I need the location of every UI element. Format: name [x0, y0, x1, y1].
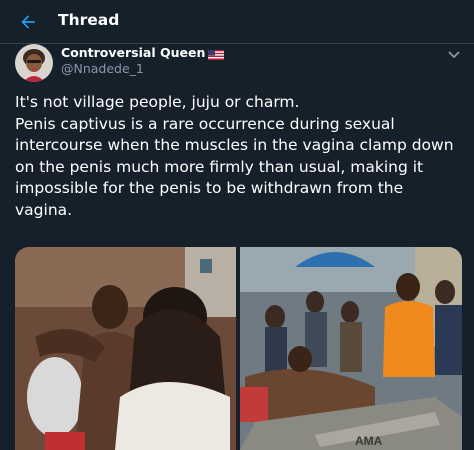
media-photo-right[interactable]: AMA — [240, 247, 462, 450]
us-flag-icon — [208, 48, 225, 60]
media-stretcher-label: AMA — [355, 434, 383, 448]
tweet-line: It's not village people, juju or charm. — [15, 93, 300, 111]
media-photo-left[interactable] — [15, 247, 236, 450]
back-button[interactable] — [14, 8, 42, 36]
thread-header: Thread — [0, 0, 474, 44]
author-handle[interactable]: @Nnadede_1 — [61, 61, 144, 76]
author-name[interactable]: Controversial Queen — [61, 45, 205, 60]
tweet-text: It's not village people, juju or charm. … — [15, 92, 465, 221]
avatar[interactable] — [15, 44, 53, 82]
chevron-down-icon — [448, 51, 460, 59]
tweet-media[interactable]: AMA — [15, 247, 462, 450]
tweet-line: Penis captivus is a rare occurrence duri… — [15, 114, 454, 219]
page-title: Thread — [58, 11, 120, 29]
author-name-row[interactable]: Controversial Queen — [61, 45, 225, 60]
tweet-menu-button[interactable] — [446, 46, 462, 59]
arrow-left-icon — [21, 15, 35, 29]
